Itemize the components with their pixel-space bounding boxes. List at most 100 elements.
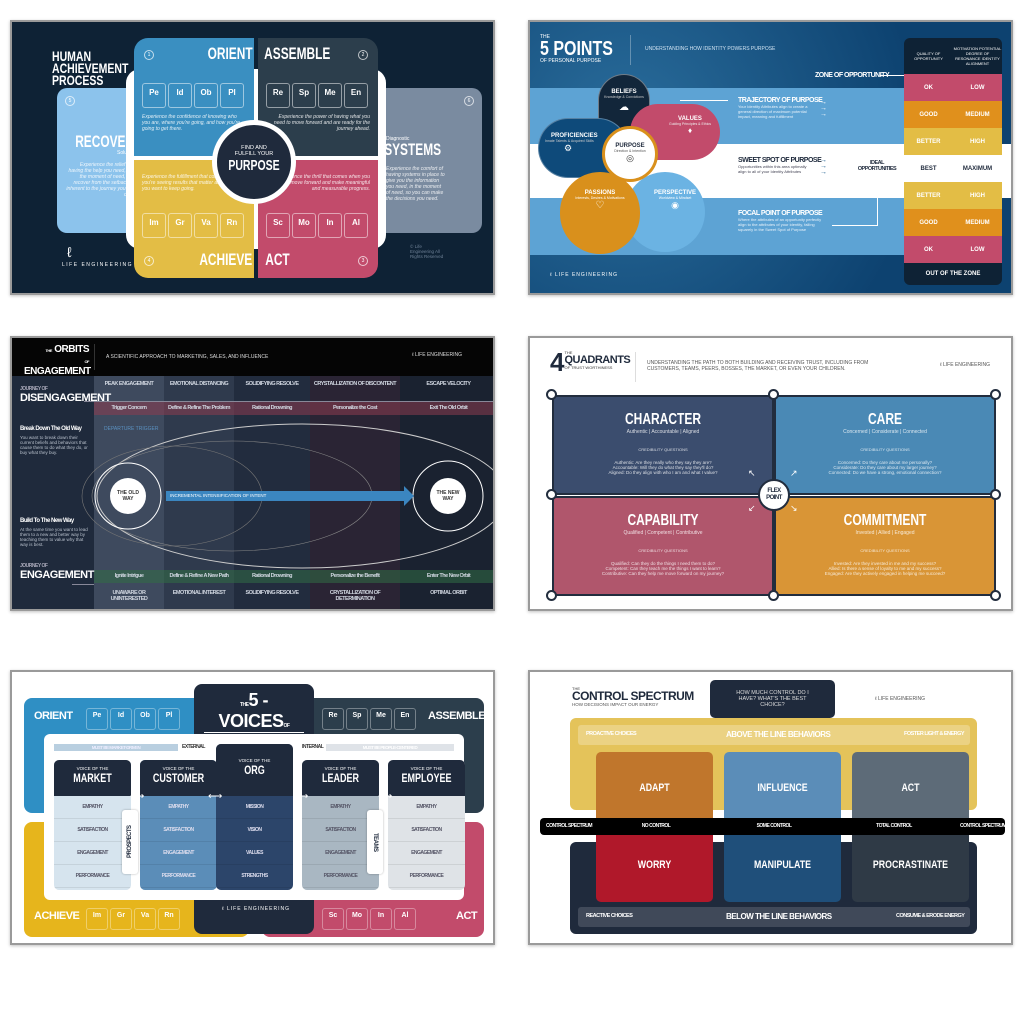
arrow-line [680, 100, 728, 101]
market-driven-bar: MUST BE MARKET-DRIVEN [54, 744, 178, 751]
brand-label: ℓ LIFE ENGINEERING [550, 272, 618, 278]
above-behavior: ADAPT [639, 782, 670, 794]
quadrant-capability[interactable]: CAPABILITY Qualified | Competent | Contri… [552, 496, 774, 596]
table-row: OK LOW [904, 236, 1002, 263]
below-behavior: PROCRASTINATE [872, 859, 949, 871]
voice-item: SATISFACTION [54, 819, 131, 842]
connector-line [832, 225, 878, 226]
old-way-circle[interactable]: THE OLD WAY [110, 478, 146, 514]
corner-handle[interactable] [546, 489, 557, 500]
center-big-text: PURPOSE [228, 157, 280, 174]
credibility-label: CREDIBILITY QUESTIONS [638, 548, 688, 553]
achieve-elements: Im Gr Va Rn [142, 212, 246, 238]
systems-number: 6 [464, 96, 474, 106]
spectrum-label-right: CONTROL SPECTRUM [960, 823, 1007, 829]
table-row: OK LOW [904, 74, 1002, 101]
table-row: GOOD MEDIUM [904, 101, 1002, 128]
quadrant-care[interactable]: CARE Concerned | Considerate | Connected C… [774, 395, 996, 495]
element-tile: Id [168, 83, 192, 108]
voice-name: CUSTOMER [152, 771, 205, 785]
element-tile: Pe [142, 83, 166, 108]
voice-card-org[interactable]: VOICE OF THE ORG MISSION VISION VALUES STRENG… [216, 744, 293, 890]
credibility-question: Connected: Do we have a strong, emotiona… [828, 470, 942, 475]
petal-passions[interactable]: PASSIONS Interests, Desires & Motivation… [560, 172, 640, 254]
systems-desc: Experience the comfort of having systems… [386, 166, 445, 202]
purpose-center[interactable]: FIND AND FULFILL YOUR PURPOSE [212, 120, 296, 204]
voice-item: SATISFACTION [140, 819, 217, 842]
element-tile: En [344, 83, 368, 108]
table-row: BETTER HIGH [904, 128, 1002, 155]
zone-line [880, 75, 904, 76]
quadrant-commitment[interactable]: COMMITMENT Invested | Allied | Engaged CRE… [774, 496, 996, 596]
table-header: QUALITY OF OPPORTUNITY MOTIVATION POTENTI… [914, 46, 1002, 66]
element-tile: Gr [168, 213, 192, 238]
foster-label: FOSTER LIGHT & ENERGY [904, 731, 965, 737]
external-label: EXTERNAL [182, 744, 205, 750]
slide-5-points[interactable]: THE 5 POINTS OF PERSONAL PURPOSE UNDERST… [528, 20, 1013, 295]
slide-human-achievement-process[interactable]: HUMANACHIEVEMENTPROCESS 5 RECOVERY Solut… [10, 20, 495, 295]
proactive-label: PROACTIVE CHOICES [586, 731, 637, 737]
voice-card-customer[interactable]: VOICE OF THE CUSTOMER EMPATHY SATISFACTION E… [140, 760, 217, 890]
slide-orbits-of-engagement[interactable]: THE ORBITS OF ENGAGEMENT A SCIENTIFIC AP… [10, 336, 495, 611]
slide-control-spectrum[interactable]: THE CONTROL SPECTRUM HOW DECISIONS IMPAC… [528, 670, 1013, 945]
double-arrow-icon: ⟷ [294, 791, 309, 802]
element-tile: Pl [220, 83, 244, 108]
quadrant-title: CHARACTER [624, 411, 701, 428]
corner-handle[interactable] [990, 389, 1001, 400]
trajectory-block: TRAJECTORY OF PURPOSE Your Identity Attr… [738, 97, 823, 119]
slide-5-voices[interactable]: ORIENT ASSEMBLE ACHIEVE ACT Pe Id Ob Pl Re S… [10, 670, 495, 945]
quadrant-subtitle: Qualified | Competent | Contributive [623, 530, 703, 536]
level-total-control: TOTAL CONTROL [876, 823, 912, 829]
orient-number: 1 [144, 50, 154, 60]
credibility-question: Aligned: Do they align with who I am and… [608, 470, 718, 475]
corner-handle[interactable] [768, 389, 779, 400]
corner-handle[interactable] [990, 489, 1001, 500]
quadrant-title: COMMITMENT [843, 512, 927, 529]
quality-cell: OK [924, 246, 933, 253]
new-way-circle[interactable]: THE NEW WAY [430, 478, 466, 514]
spectrum-label-left: CONTROL SPECTRUM [546, 823, 593, 829]
assemble-title: ASSEMBLE [264, 44, 331, 63]
assemble-number: 2 [358, 50, 368, 60]
voice-item: EMPATHY [54, 796, 131, 819]
slide-4-quadrants[interactable]: 4 THE QUADRANTS OF TRUST WORTHINESS UNDE… [528, 336, 1013, 611]
eye-icon: ◉ [671, 200, 679, 210]
assemble-desc: Experience the power of having what you … [273, 114, 370, 132]
quadrant-subtitle: Invested | Allied | Engaged [855, 530, 915, 536]
voice-name: MARKET [73, 771, 112, 785]
quadrant-character[interactable]: CHARACTER Authentic | Accountable | Align… [552, 395, 774, 495]
quality-cell: GOOD [919, 219, 938, 226]
act-elements: Sc Mo In Al [266, 212, 370, 238]
motivation-cell: MEDIUM [965, 111, 990, 118]
credibility-label: CREDIBILITY QUESTIONS [638, 447, 688, 452]
voice-card-employee[interactable]: VOICE OF THE EMPLOYEE EMPATHY SATISFACTION E… [388, 760, 465, 890]
voice-item: SATISFACTION [388, 819, 465, 842]
teams-tag: TEAMS [367, 810, 383, 874]
purpose-circle[interactable]: PURPOSE Direction & Intention ◎ [602, 126, 658, 182]
voice-card-market[interactable]: VOICE OF THE MARKET EMPATHY SATISFACTION ENG… [54, 760, 131, 890]
systems-panel: 6 Diagnostic SYSTEMS Experience the comf… [372, 88, 482, 233]
arrowhead-icon [404, 486, 414, 506]
tagline: UNDERSTANDING THE PATH TO BOTH BUILDING … [647, 360, 869, 372]
corner-handle[interactable] [546, 389, 557, 400]
assemble-label: ASSEMBLE [428, 710, 486, 722]
corner-handle[interactable] [990, 590, 1001, 601]
motivation-cell: LOW [970, 84, 985, 91]
orbit-paths [81, 423, 493, 569]
element-tile: Mo [292, 213, 316, 238]
tagline: UNDERSTANDING HOW IDENTITY POWERS PURPOS… [645, 46, 776, 52]
quality-cell: GOOD [919, 111, 938, 118]
arrows-icon: → → → [820, 99, 827, 118]
voice-name: LEADER [321, 771, 360, 785]
corner-handle[interactable] [546, 590, 557, 601]
zone-label: ZONE OF OPPORTUNITY [815, 72, 890, 79]
act-title: ACT [265, 250, 290, 269]
brand-label: ℓ LIFE ENGINEERING [940, 362, 990, 368]
table-row: GOOD MEDIUM [904, 209, 1002, 236]
recovery-number: 5 [65, 96, 75, 106]
motivation-cell: MAXIMUM [962, 165, 993, 172]
above-behavior: ACT [901, 782, 920, 794]
divider [630, 35, 631, 65]
flex-point[interactable]: FLEX POINT [758, 479, 790, 511]
corner-handle[interactable] [768, 590, 779, 601]
